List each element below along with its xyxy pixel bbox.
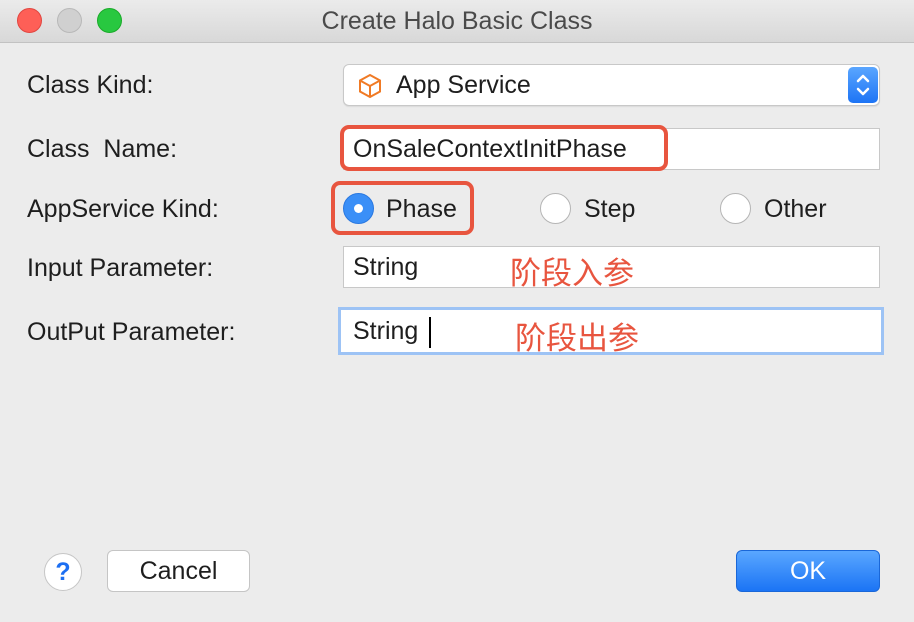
help-button[interactable]: ?: [44, 553, 82, 591]
output-parameter-annotation: 阶段出参: [515, 321, 639, 356]
output-parameter-value: String: [353, 317, 419, 345]
class-name-highlight: [340, 125, 668, 171]
radio-other[interactable]: [720, 193, 751, 224]
radio-step[interactable]: [540, 193, 571, 224]
dialog-window: Create Halo Basic Class Class Kind: App …: [0, 0, 914, 622]
input-parameter-label: Input Parameter:: [27, 254, 214, 282]
cancel-button[interactable]: Cancel: [107, 550, 250, 592]
radio-step-label[interactable]: Step: [584, 195, 635, 224]
class-kind-label: Class Kind:: [27, 71, 154, 99]
class-kind-select[interactable]: App Service: [343, 64, 880, 106]
title-bar: Create Halo Basic Class: [0, 0, 914, 43]
output-parameter-label: OutPut Parameter:: [27, 318, 236, 346]
phase-highlight: [331, 181, 474, 235]
window-title: Create Halo Basic Class: [321, 7, 593, 35]
dropdown-arrow-button[interactable]: [848, 67, 878, 103]
app-service-icon: [359, 73, 381, 99]
ok-button[interactable]: OK: [736, 550, 880, 592]
chevron-up-down-icon: [856, 74, 870, 96]
text-caret: [429, 317, 431, 348]
appservice-kind-label: AppService Kind:: [27, 195, 219, 223]
input-parameter-annotation: 阶段入参: [510, 256, 634, 291]
class-kind-value: App Service: [396, 71, 531, 99]
input-parameter-value: String: [353, 253, 419, 281]
radio-other-label[interactable]: Other: [764, 195, 827, 224]
class-name-label: Class Name:: [27, 135, 178, 163]
